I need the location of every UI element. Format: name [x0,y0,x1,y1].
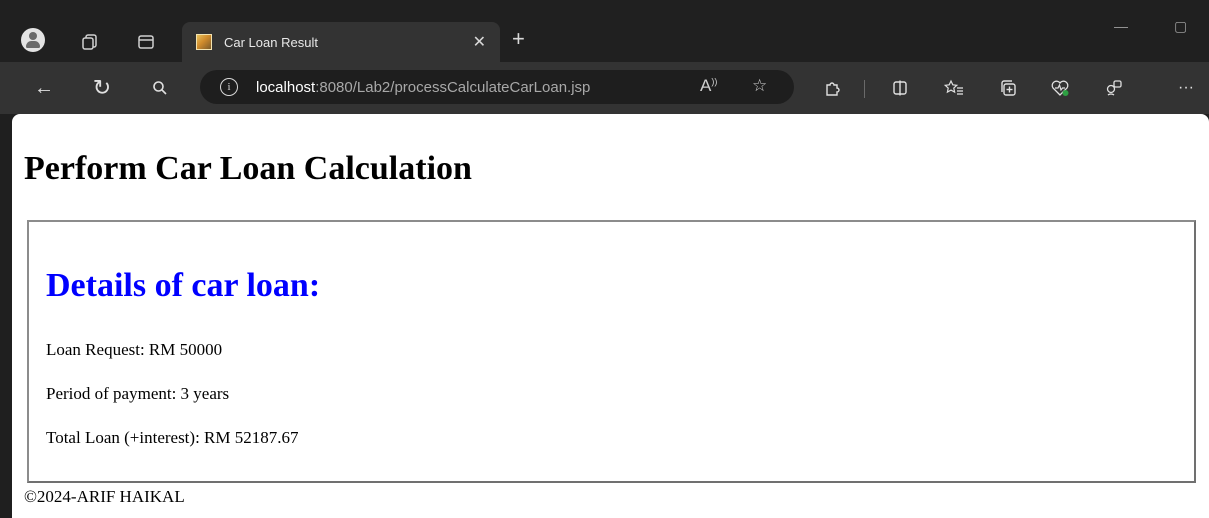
extensions-icon[interactable] [818,74,846,102]
back-icon[interactable]: ← [28,72,60,104]
toolbar-divider [864,80,865,98]
tab-title: Car Loan Result [224,34,318,50]
read-aloud-icon[interactable]: A)) [700,76,717,96]
copyright-footer: ©2024-ARIF HAIKAL [24,487,185,506]
browser-essentials-icon[interactable] [1046,74,1074,102]
address-bar[interactable]: i localhost:8080/Lab2/processCalculateCa… [200,70,794,104]
tab-strip: Car Loan Result ✕ + — ▢ [0,0,1209,62]
total-loan-text: Total Loan (+interest): RM 52187.67 [46,428,299,447]
split-screen-icon[interactable] [886,74,914,102]
copilot-icon[interactable] [1100,74,1128,102]
workspaces-icon[interactable] [70,22,110,62]
active-tab[interactable]: Car Loan Result ✕ [182,22,500,62]
loan-request-text: Loan Request: RM 50000 [46,340,223,359]
search-icon[interactable] [144,72,176,104]
profile-avatar-icon[interactable] [13,20,53,60]
url-text[interactable]: localhost:8080/Lab2/processCalculateCarL… [256,79,590,96]
collections-icon[interactable] [994,74,1022,102]
result-title: Details of car loan: [46,267,321,304]
more-menu-icon[interactable]: ··· [1172,74,1200,102]
maximize-window-icon[interactable]: ▢ [1174,18,1187,35]
page-title: Perform Car Loan Calculation [24,150,472,187]
period-text: Period of payment: 3 years [46,384,230,403]
new-tab-icon[interactable]: + [512,26,525,52]
refresh-icon[interactable]: ↻ [86,72,118,104]
loan-result-box: Details of car loan: Loan Request: RM 50… [27,220,1196,483]
site-info-icon[interactable]: i [220,78,238,96]
favorite-star-icon[interactable]: ☆ [752,76,767,96]
minimize-window-icon[interactable]: — [1114,18,1128,34]
web-page: Perform Car Loan Calculation Details of … [12,114,1209,518]
url-path: :8080/Lab2/processCalculateCarLoan.jsp [315,78,591,96]
browser-toolbar: ← ↻ i localhost:8080/Lab2/processCalcula… [0,62,1209,114]
tab-actions-icon[interactable] [126,22,166,62]
favorites-icon[interactable] [940,74,968,102]
url-host: localhost [256,78,316,96]
tab-close-icon[interactable]: ✕ [473,32,486,52]
tab-favicon-icon [196,34,212,50]
